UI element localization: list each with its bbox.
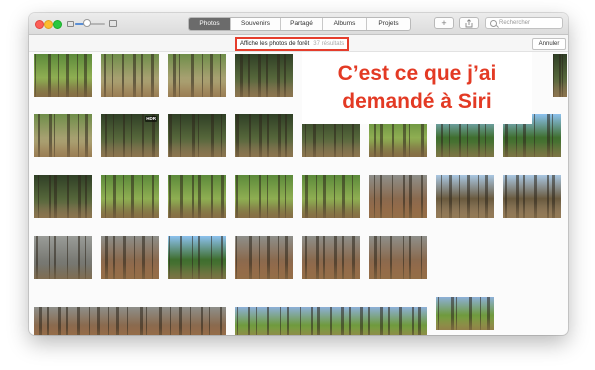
forest-floor: [235, 203, 293, 218]
forest-floor: [302, 142, 360, 157]
photo-thumbnail[interactable]: [34, 307, 226, 335]
view-tabs: Photos Souvenirs Partagé Albums Projets: [188, 17, 411, 31]
forest-floor: [101, 203, 159, 218]
photo-thumbnail[interactable]: HDR: [101, 114, 159, 157]
forest-floor: [369, 203, 427, 218]
photo-thumbnail[interactable]: [168, 54, 226, 97]
forest-floor: [235, 82, 293, 97]
photo-thumbnail[interactable]: [302, 175, 360, 218]
photo-thumbnail[interactable]: [168, 236, 226, 279]
forest-floor: [34, 82, 92, 97]
photo-thumbnail[interactable]: [34, 54, 92, 97]
photo-thumbnail[interactable]: [235, 307, 427, 335]
photo-thumbnail[interactable]: [101, 54, 159, 97]
forest-floor: [553, 82, 567, 97]
add-button[interactable]: +: [434, 17, 454, 29]
forest-floor: [101, 142, 159, 157]
photo-thumbnail[interactable]: [235, 236, 293, 279]
photo-thumbnail[interactable]: [553, 54, 567, 97]
tab-souvenirs[interactable]: Souvenirs: [231, 18, 281, 30]
cancel-button[interactable]: Annuler: [532, 38, 566, 50]
forest-floor: [168, 142, 226, 157]
photo-thumbnail[interactable]: [168, 175, 226, 218]
photo-thumbnail[interactable]: [436, 297, 494, 330]
forest-floor: [235, 328, 427, 335]
tab-photos[interactable]: Photos: [189, 18, 231, 30]
tab-albums[interactable]: Albums: [323, 18, 367, 30]
zoom-window-button[interactable]: [53, 20, 62, 29]
callout-line-1: C’est ce que j’ai: [337, 62, 497, 85]
photo-thumbnail[interactable]: [101, 236, 159, 279]
forest-floor: [168, 82, 226, 97]
forest-floor: [302, 203, 360, 218]
large-thumbnail-icon: [109, 20, 117, 27]
forest-floor: [101, 82, 159, 97]
result-count: 37 résultats: [313, 41, 345, 47]
photo-thumbnail[interactable]: [34, 236, 92, 279]
photo-thumbnail[interactable]: [369, 236, 427, 279]
forest-floor: [168, 203, 226, 218]
close-window-button[interactable]: [35, 20, 44, 29]
photo-thumbnail[interactable]: [503, 175, 561, 218]
forest-floor: [168, 264, 226, 279]
photo-thumbnail[interactable]: [101, 175, 159, 218]
forest-floor: [436, 142, 494, 157]
zoom-slider-knob[interactable]: [83, 19, 91, 27]
search-query-label: Affiche les photos de forêt: [240, 41, 310, 47]
forest-floor: [369, 264, 427, 279]
photo-thumbnail[interactable]: [369, 175, 427, 218]
forest-floor: [34, 264, 92, 279]
photos-window: Photos Souvenirs Partagé Albums Projets …: [29, 13, 568, 335]
forest-floor: [34, 203, 92, 218]
small-thumbnail-icon: [67, 21, 74, 27]
toolbar: Photos Souvenirs Partagé Albums Projets …: [29, 13, 568, 35]
hdr-badge: HDR: [145, 116, 157, 122]
photo-thumbnail[interactable]: [235, 175, 293, 218]
forest-floor: [302, 264, 360, 279]
photo-thumbnail[interactable]: [436, 175, 494, 218]
forest-floor: [101, 264, 159, 279]
share-icon: [465, 19, 473, 28]
callout-line-2: demandé à Siri: [342, 90, 492, 113]
forest-floor: [369, 142, 427, 157]
siri-callout: C’est ce que j’ai demandé à Siri: [302, 52, 532, 124]
forest-floor: [436, 318, 494, 330]
photo-thumbnail[interactable]: [34, 175, 92, 218]
minimize-window-button[interactable]: [44, 20, 53, 29]
forest-floor: [503, 203, 561, 218]
forest-floor: [34, 328, 226, 335]
tab-projets[interactable]: Projets: [367, 18, 410, 30]
forest-floor: [436, 203, 494, 218]
forest-floor: [235, 142, 293, 157]
search-query-token[interactable]: Affiche les photos de forêt 37 résultats: [235, 37, 350, 51]
photo-thumbnail[interactable]: [235, 54, 293, 97]
photo-thumbnail[interactable]: [34, 114, 92, 157]
search-field[interactable]: Rechercher: [485, 17, 563, 29]
photo-thumbnail[interactable]: [235, 114, 293, 157]
search-icon: [490, 20, 497, 27]
forest-floor: [503, 142, 561, 157]
search-results-bar: Affiche les photos de forêt 37 résultats …: [29, 35, 568, 52]
forest-floor: [235, 264, 293, 279]
photo-thumbnail[interactable]: [168, 114, 226, 157]
share-button[interactable]: [459, 17, 479, 29]
forest-floor: [34, 142, 92, 157]
search-placeholder: Rechercher: [499, 20, 531, 26]
tab-partage[interactable]: Partagé: [281, 18, 323, 30]
photo-thumbnail[interactable]: [302, 236, 360, 279]
